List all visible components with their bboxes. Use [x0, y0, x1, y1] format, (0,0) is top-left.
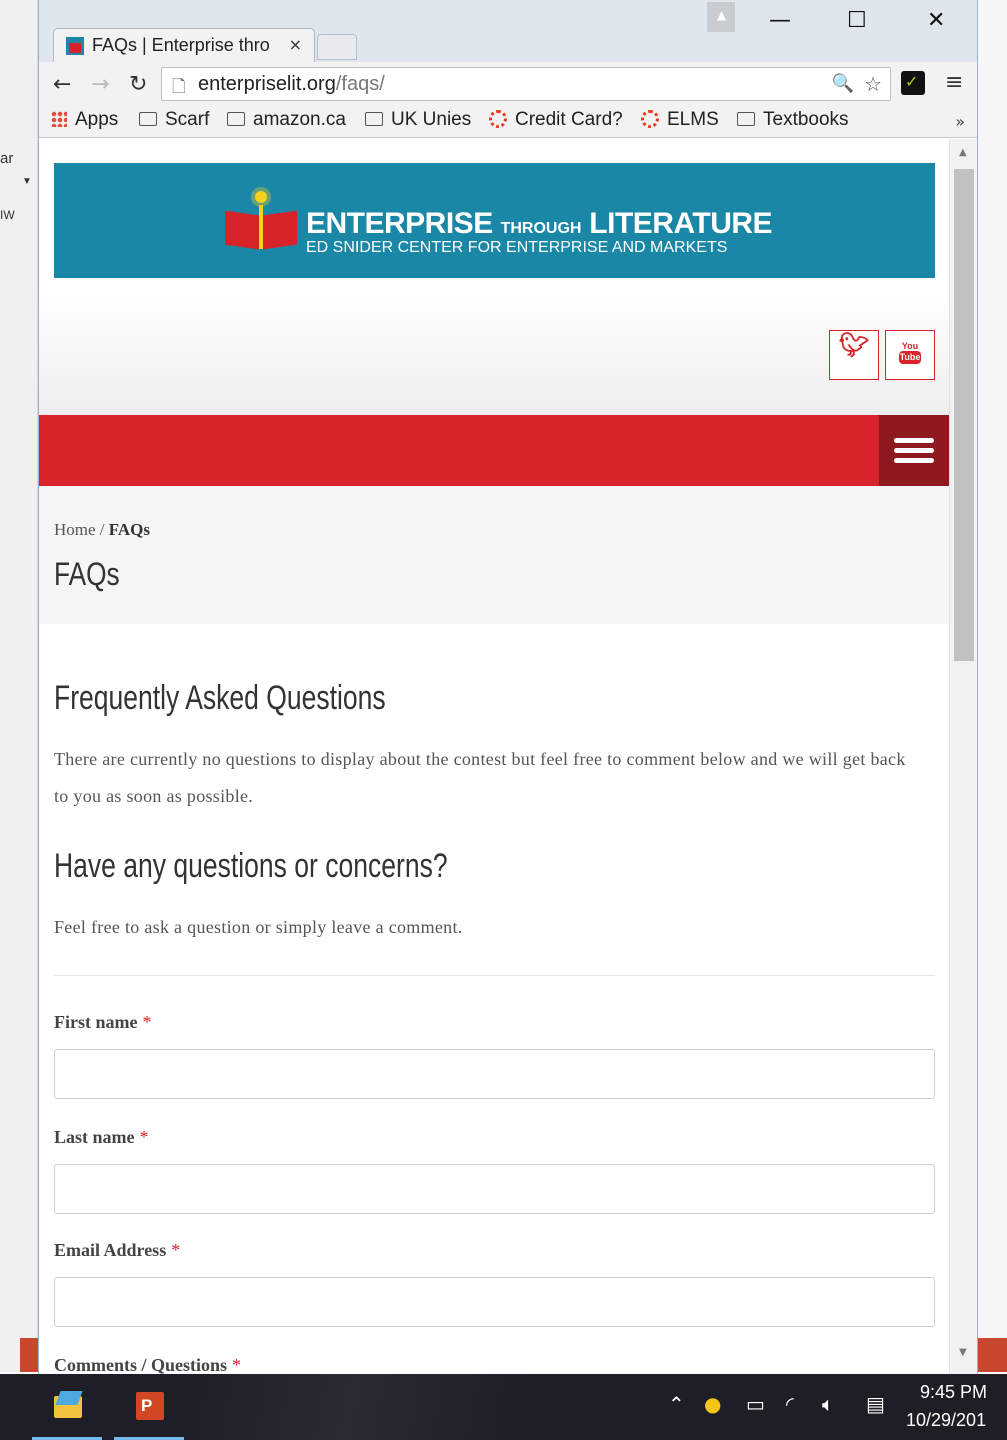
file-explorer-taskbar-button[interactable] [32, 1382, 102, 1440]
norton-icon[interactable]: ● [704, 1392, 721, 1416]
comments-label: Comments / Questions * [54, 1355, 242, 1374]
back-icon[interactable]: ← [53, 72, 71, 97]
ring-icon [641, 110, 659, 128]
book-logo-icon [225, 205, 297, 250]
powerpoint-icon: P [136, 1392, 164, 1420]
bookmark-apps[interactable]: Apps [51, 109, 118, 131]
ring-icon [489, 110, 507, 128]
page-scrollbar[interactable]: ▲ ▼ [949, 139, 977, 1374]
site-favicon-icon [66, 37, 84, 55]
bookmark-scarf[interactable]: Scarf [139, 109, 209, 131]
breadcrumb: Home / FAQs [54, 520, 151, 539]
new-tab-button[interactable] [317, 34, 357, 60]
email-input[interactable] [54, 1277, 935, 1327]
maximize-button[interactable]: ☐ [847, 8, 867, 33]
menu-toggle-button[interactable] [879, 415, 949, 486]
wifi-icon[interactable]: ◜ [786, 1392, 794, 1416]
scrollbar-thumb[interactable] [954, 169, 974, 661]
breadcrumb-current: FAQs [108, 520, 151, 539]
title-bar: FAQs | Enterprise thro × ▲ — ☐ ✕ [39, 0, 977, 62]
browser-tab[interactable]: FAQs | Enterprise thro × [53, 28, 315, 62]
bookmark-credit-card[interactable]: Credit Card? [489, 109, 623, 131]
bookmark-textbooks[interactable]: Textbooks [737, 109, 849, 131]
bookmark-uk-unies[interactable]: UK Unies [365, 109, 471, 131]
main-nav-bar [39, 415, 949, 486]
twitter-icon: 🐦︎ [838, 331, 870, 359]
email-label: Email Address * [54, 1240, 181, 1260]
file-explorer-icon [54, 1391, 83, 1418]
zoom-icon[interactable]: 🔍 [832, 73, 854, 94]
volume-muted-icon[interactable]: 🔈︎ [822, 1392, 834, 1416]
battery-icon[interactable]: ▭ [746, 1392, 765, 1416]
youtube-icon: You Tube [899, 341, 921, 364]
breadcrumb-home-link[interactable]: Home [54, 520, 96, 539]
profile-icon: ▲ [717, 8, 727, 22]
page-title-area: Home / FAQs FAQs [39, 486, 949, 624]
minimize-button[interactable]: — [769, 8, 791, 33]
bookmarks-bar: Apps Scarf amazon.ca UK Unies Credit Car… [39, 108, 977, 138]
profile-button[interactable]: ▲ [707, 2, 735, 32]
folder-icon [365, 112, 383, 126]
page-icon: 🗋 [172, 77, 186, 97]
taskbar: P ⌃ ● ▭ ◜ 🔈︎ ▤ 9:45 PM 10/29/201 [0, 1374, 1007, 1440]
background-window-right [978, 0, 1007, 1372]
forward-icon[interactable]: → [91, 72, 109, 97]
clock-time[interactable]: 9:45 PM [920, 1382, 987, 1403]
tab-title: FAQs | Enterprise thro [92, 35, 270, 55]
youtube-button[interactable]: You Tube [885, 330, 935, 380]
folder-icon [227, 112, 245, 126]
bookmark-star-icon[interactable]: ☆ [864, 72, 882, 96]
page-viewport: ENTERPRISE THROUGH LITERATURE ED SNIDER … [39, 139, 977, 1374]
bookmark-amazon[interactable]: amazon.ca [227, 109, 346, 131]
address-bar[interactable]: 🗋 enterpriselit.org/faqs/ 🔍 ☆ [161, 67, 891, 101]
powerpoint-taskbar-button[interactable]: P [114, 1382, 184, 1440]
folder-icon [737, 112, 755, 126]
last-name-label: Last name * [54, 1127, 149, 1147]
contact-heading: Have any questions or concerns? [54, 847, 448, 885]
faq-heading: Frequently Asked Questions [54, 679, 386, 717]
site-banner[interactable]: ENTERPRISE THROUGH LITERATURE ED SNIDER … [54, 163, 935, 278]
background-window: ar ▼ IW [0, 0, 38, 1372]
bookmarks-overflow-icon[interactable]: » [955, 112, 965, 131]
browser-window: FAQs | Enterprise thro × ▲ — ☐ ✕ ← → ↻ 🗋… [38, 0, 978, 1374]
action-center-icon[interactable]: ▤ [866, 1392, 885, 1416]
site-header: ENTERPRISE THROUGH LITERATURE ED SNIDER … [39, 139, 949, 415]
show-hidden-icons-icon[interactable]: ⌃ [668, 1392, 685, 1416]
scroll-up-icon[interactable]: ▲ [959, 147, 967, 158]
browser-toolbar: ← → ↻ 🗋 enterpriselit.org/faqs/ 🔍 ☆ ✓ ≡ [39, 62, 977, 108]
reload-icon[interactable]: ↻ [129, 72, 147, 97]
extension-icon[interactable]: ✓ [901, 71, 925, 95]
section-divider [54, 975, 935, 976]
last-name-input[interactable] [54, 1164, 935, 1214]
close-window-button[interactable]: ✕ [927, 8, 945, 33]
bookmark-elms[interactable]: ELMS [641, 109, 719, 131]
contact-text: Feel free to ask a question or simply le… [54, 917, 463, 937]
first-name-input[interactable] [54, 1049, 935, 1099]
clock-date[interactable]: 10/29/201 [906, 1410, 986, 1431]
twitter-button[interactable]: 🐦︎ [829, 330, 879, 380]
browser-menu-icon[interactable]: ≡ [945, 70, 963, 95]
tab-close-icon[interactable]: × [289, 35, 302, 54]
apps-grid-icon [51, 111, 67, 127]
folder-icon [139, 112, 157, 126]
page-title: FAQs [54, 556, 120, 592]
scroll-down-icon[interactable]: ▼ [959, 1347, 967, 1358]
faq-text: There are currently no questions to disp… [54, 749, 906, 806]
url-text[interactable]: enterpriselit.org/faqs/ [198, 73, 385, 96]
logo-title: ENTERPRISE THROUGH LITERATURE [306, 207, 773, 240]
first-name-label: First name * [54, 1012, 152, 1032]
logo-subtitle: ED SNIDER CENTER FOR ENTERPRISE AND MARK… [306, 239, 728, 256]
hamburger-icon [894, 438, 934, 443]
